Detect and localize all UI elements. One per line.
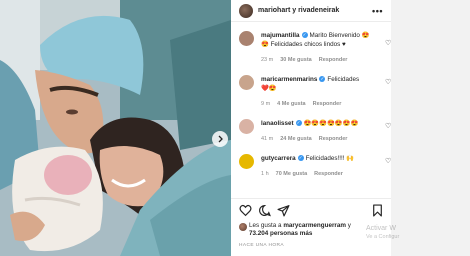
comment-time: 9 m xyxy=(261,101,271,107)
comment-icon[interactable] xyxy=(258,204,271,217)
more-options-icon[interactable]: ••• xyxy=(372,6,383,16)
windows-activation-watermark: Activar W Ve a Configur xyxy=(366,224,399,242)
comment-likes[interactable]: 4 Me gusta xyxy=(277,101,305,107)
verified-badge-icon: ✓ xyxy=(301,32,308,39)
verified-badge-icon: ✓ xyxy=(319,76,326,83)
reply-button[interactable]: Responder xyxy=(313,101,342,107)
photo-newborn-hospital xyxy=(0,0,231,256)
comment-meta: 23 m 30 Me gusta Responder xyxy=(261,57,354,63)
post-timestamp: HACE UNA HORA xyxy=(239,243,284,248)
comment-text: 😍😍😍😍😍😍😍 xyxy=(303,120,359,127)
comment-time: 23 m xyxy=(261,57,274,63)
comment-username[interactable]: maricarmenmarins xyxy=(261,76,317,83)
reply-button[interactable]: Responder xyxy=(319,136,348,142)
likes-prefix: Les gusta a xyxy=(249,222,282,229)
comment-username[interactable]: majumantilla xyxy=(261,32,300,39)
post-header: mariohart y rivadeneirak ••• xyxy=(231,0,391,22)
share-icon[interactable] xyxy=(277,204,290,217)
comment-username[interactable]: gutycarrera xyxy=(261,155,296,162)
avatar[interactable] xyxy=(239,3,253,18)
avatar[interactable] xyxy=(239,75,254,90)
comment-body: lanaolisset ✓ 😍😍😍😍😍😍😍 xyxy=(261,120,373,129)
watermark-line-2: Ve a Configur xyxy=(366,234,400,240)
likes-count[interactable]: 73.204 personas más xyxy=(249,230,312,239)
watermark-line-1: Activar W xyxy=(366,225,396,232)
avatar[interactable] xyxy=(239,31,254,46)
heart-icon[interactable] xyxy=(239,204,252,217)
chevron-right-icon xyxy=(218,135,223,143)
comment-text: Felicidades!!!! 🙌 xyxy=(305,155,355,162)
verified-badge-icon: ✓ xyxy=(297,155,304,162)
comment-text-extra: ❤️😍 xyxy=(261,84,277,92)
bookmark-icon[interactable] xyxy=(371,204,384,217)
avatar[interactable] xyxy=(239,154,254,169)
post-action-bar xyxy=(231,198,391,220)
comment-likes[interactable]: 24 Me gusta xyxy=(280,136,311,142)
comment-username[interactable]: lanaolisset xyxy=(261,120,294,127)
verified-badge-icon: ✓ xyxy=(295,120,302,127)
next-photo-button[interactable] xyxy=(212,131,228,147)
likes-user-link[interactable]: marycarmenguerram xyxy=(283,222,346,229)
comment-body: majumantilla ✓ Marito Bienvenido 😍😍 Felici… xyxy=(261,32,373,49)
post-author[interactable]: mariohart y rivadeneirak xyxy=(258,7,339,14)
comment-body: gutycarrera ✓ Felicidades!!!! 🙌 xyxy=(261,155,373,164)
comment-text: Felicidades xyxy=(327,76,360,83)
comment-body: maricarmenmarins ✓ Felicidades ❤️😍 xyxy=(261,76,373,93)
reply-button[interactable]: Responder xyxy=(319,57,348,63)
comment-meta: 41 m 24 Me gusta Responder xyxy=(261,136,354,142)
comment-likes[interactable]: 30 Me gusta xyxy=(280,57,311,63)
reply-button[interactable]: Responder xyxy=(314,171,343,177)
comment-likes[interactable]: 70 Me gusta xyxy=(276,171,307,177)
page-background xyxy=(391,0,470,256)
post-side-panel: mariohart y rivadeneirak ••• majumantill… xyxy=(231,0,391,256)
comment-time: 41 m xyxy=(261,136,274,142)
screenshot-frame: mariohart y rivadeneirak ••• majumantill… xyxy=(0,0,470,256)
comment-time: 1 h xyxy=(261,171,269,177)
avatar[interactable] xyxy=(239,119,254,134)
post-photo[interactable] xyxy=(0,0,231,256)
avatar xyxy=(239,223,247,231)
comment-meta: 1 h 70 Me gusta Responder xyxy=(261,171,350,177)
likes-suffix: y xyxy=(347,222,351,229)
comment-meta: 9 m 4 Me gusta Responder xyxy=(261,101,348,107)
